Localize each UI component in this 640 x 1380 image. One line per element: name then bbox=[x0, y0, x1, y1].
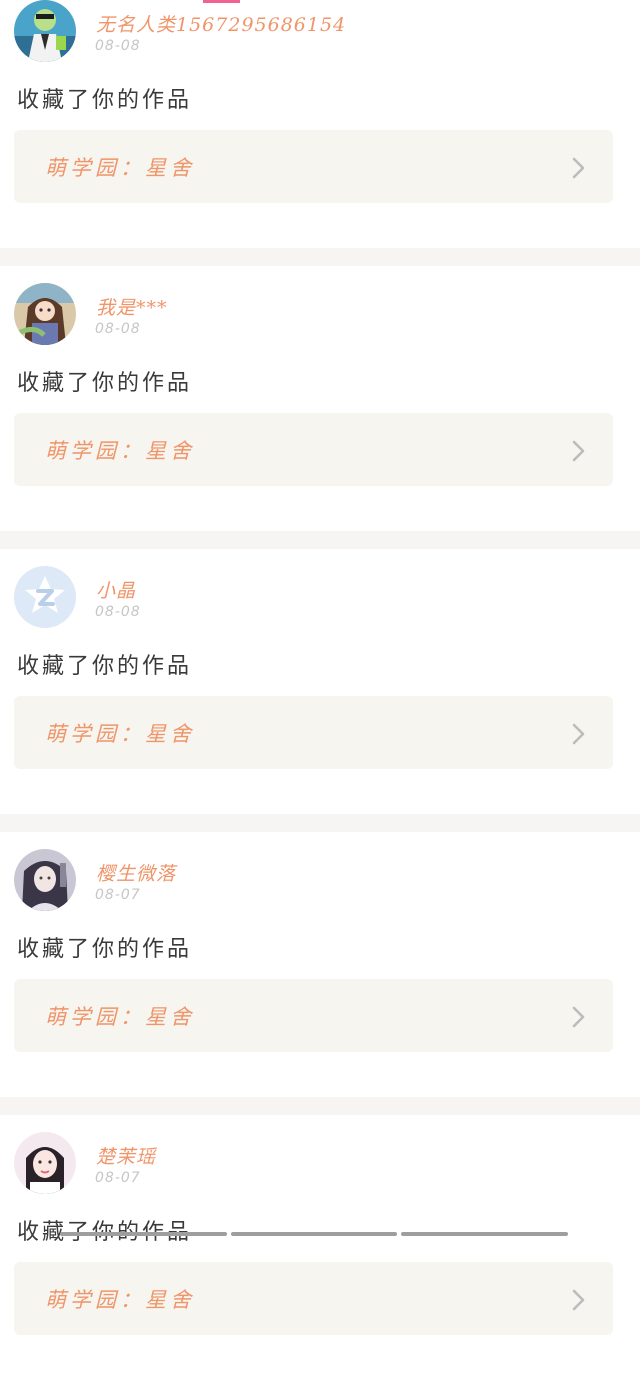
avatar-green-figure-icon[interactable] bbox=[14, 0, 76, 62]
feed-item: 樱生微落 08-07 收藏了你的作品 萌学园：星舍 bbox=[0, 832, 640, 1097]
horizontal-scrollbar[interactable] bbox=[60, 1232, 569, 1236]
chevron-right-icon bbox=[572, 723, 585, 745]
work-title: 萌学园：星舍 bbox=[45, 1005, 195, 1029]
avatar-ancient-character-icon[interactable] bbox=[14, 849, 76, 911]
timestamp: 08-07 bbox=[95, 1170, 141, 1186]
timestamp: 08-07 bbox=[95, 887, 141, 903]
feed-item: 无名人类15672956861​54 08-08 收藏了你的作品 萌学园：星舍 bbox=[0, 0, 640, 248]
work-link-card[interactable]: 萌学园：星舍 bbox=[14, 413, 613, 486]
scrollbar-segment bbox=[60, 1232, 227, 1236]
activity-feed: 无名人类15672956861​54 08-08 收藏了你的作品 萌学园：星舍 bbox=[0, 0, 640, 1380]
section-divider bbox=[0, 531, 640, 549]
section-divider bbox=[0, 1097, 640, 1115]
work-title: 萌学园：星舍 bbox=[45, 722, 195, 746]
work-link-card[interactable]: 萌学园：星舍 bbox=[14, 696, 613, 769]
work-title: 萌学园：星舍 bbox=[45, 156, 195, 180]
username[interactable]: 楚茉瑶 bbox=[96, 1142, 156, 1169]
tab-indicator bbox=[203, 0, 240, 3]
section-divider bbox=[0, 248, 640, 266]
timestamp: 08-08 bbox=[95, 604, 141, 620]
username[interactable]: 我是*** bbox=[96, 293, 168, 320]
chevron-right-icon bbox=[572, 1289, 585, 1311]
scrollbar-segment bbox=[401, 1232, 569, 1236]
avatar-default-z-icon[interactable] bbox=[14, 566, 76, 628]
scrollbar-segment bbox=[230, 1232, 398, 1236]
work-link-card[interactable]: 萌学园：星舍 bbox=[14, 130, 613, 203]
work-title: 萌学园：星舍 bbox=[45, 1288, 195, 1312]
chevron-right-icon bbox=[572, 1006, 585, 1028]
activity-text: 收藏了你的作品 bbox=[17, 937, 193, 962]
activity-text: 收藏了你的作品 bbox=[17, 1214, 192, 1246]
section-divider bbox=[0, 814, 640, 832]
avatar-anime-girl-icon[interactable] bbox=[14, 283, 76, 345]
work-title: 萌学园：星舍 bbox=[45, 439, 195, 463]
chevron-right-icon bbox=[572, 157, 585, 179]
feed-item: 小晶 08-08 收藏了你的作品 萌学园：星舍 bbox=[0, 549, 640, 814]
username[interactable]: 无名人类15672956861​54 bbox=[96, 10, 346, 37]
activity-text: 收藏了你的作品 bbox=[17, 654, 193, 679]
chevron-right-icon bbox=[572, 440, 585, 462]
username[interactable]: 樱生微落 bbox=[96, 859, 176, 886]
timestamp: 08-08 bbox=[95, 38, 141, 54]
avatar-girl-photo-icon[interactable] bbox=[14, 1132, 76, 1194]
username[interactable]: 小晶 bbox=[96, 576, 136, 603]
activity-text: 收藏了你的作品 bbox=[17, 371, 193, 396]
work-link-card[interactable]: 萌学园：星舍 bbox=[14, 1262, 613, 1335]
feed-item: 楚茉瑶 08-07 收藏了你的作品 萌学园：星舍 bbox=[0, 1115, 640, 1380]
activity-text: 收藏了你的作品 bbox=[17, 88, 193, 113]
feed-item: 我是*** 08-08 收藏了你的作品 萌学园：星舍 bbox=[0, 266, 640, 531]
timestamp: 08-08 bbox=[95, 321, 141, 337]
work-link-card[interactable]: 萌学园：星舍 bbox=[14, 979, 613, 1052]
